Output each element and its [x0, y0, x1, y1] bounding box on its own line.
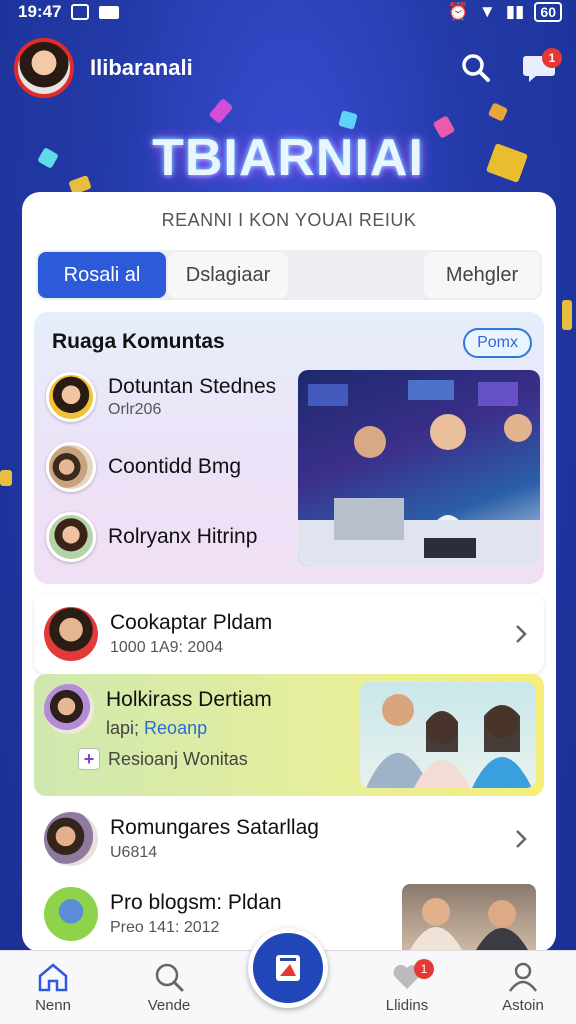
nav-badge: 1: [414, 959, 434, 979]
avatar: [44, 607, 98, 661]
status-time: 19:47: [18, 2, 62, 21]
list-item-sub: U6814: [110, 844, 158, 861]
nav-search[interactable]: Vende: [124, 961, 214, 1014]
list-item[interactable]: Cookaptar Pldam 1000 1A9: 2004: [34, 594, 544, 674]
list-item-photo: [402, 884, 536, 950]
nav-likes[interactable]: 1 Llidins: [362, 959, 452, 1014]
nav-home-label: Nenn: [35, 997, 71, 1014]
highlight-prefix: lapi;: [106, 718, 140, 738]
notification-icon: [71, 4, 90, 20]
nav-search-label: Vende: [147, 997, 191, 1014]
top-bar: Ilibaranali 1: [14, 36, 562, 100]
search-button[interactable]: [456, 48, 496, 88]
battery-icon: 60: [534, 2, 562, 22]
chevron-right-icon: [506, 619, 536, 649]
member-name: Dotuntan Stednes: [108, 375, 277, 398]
avatar: [46, 442, 96, 492]
create-post-icon: [276, 955, 300, 981]
video-icon: [99, 5, 120, 19]
search-icon: [155, 963, 184, 992]
avatar: [44, 887, 98, 941]
community-photo: [298, 370, 540, 566]
highlight-tag[interactable]: + Resioanj Wonitas: [78, 748, 248, 770]
tab-bar: Rosali al Dslagiaar Mehgler: [36, 250, 542, 300]
avatar: [46, 372, 96, 422]
tab-1[interactable]: Rosali al: [38, 252, 166, 298]
app-title: Ilibaranali: [90, 55, 193, 80]
nav-profile-label: Astoin: [502, 997, 544, 1014]
main-card: REANNI I KON YOUAI REIUK Rosali al Dslag…: [22, 192, 556, 952]
member-item[interactable]: Rolryanx Hitrinp: [46, 512, 257, 562]
tab-3[interactable]: Mehgler: [424, 252, 540, 298]
chat-button[interactable]: 1: [518, 46, 562, 90]
signal-icon: ▮▮: [505, 2, 525, 21]
member-name: Coontidd Bmg: [108, 455, 242, 478]
list-item[interactable]: Romungares Satarllag U6814: [34, 802, 544, 876]
chevron-right-icon: [506, 824, 536, 854]
highlight-link[interactable]: Reoanp: [144, 718, 207, 738]
status-bar: 19:47 ⏰ ▼ ▮▮ 60: [0, 0, 576, 24]
list-item-title: Romungares Satarllag: [110, 816, 319, 839]
wifi-icon: ▼: [478, 2, 496, 21]
chat-badge: 1: [542, 48, 562, 68]
plus-icon: +: [78, 748, 100, 770]
highlight-photo: [360, 682, 536, 788]
list-item-title: Cookaptar Pldam: [110, 611, 273, 634]
member-item[interactable]: Dotuntan Stednes Orlr206: [46, 372, 276, 422]
tab-2[interactable]: Dslagiaar: [168, 252, 288, 298]
nav-profile[interactable]: Astoin: [478, 961, 568, 1014]
card-subtitle: REANNI I KON YOUAI REIUK: [161, 210, 417, 230]
list-item-sub: 1000 1A9: 2004: [110, 639, 223, 656]
search-icon: [462, 54, 490, 82]
highlight-card[interactable]: Holkirass Dertiam lapi; Reoanp + Resioan…: [34, 674, 544, 796]
highlight-tag-label: Resioanj Wonitas: [108, 748, 248, 769]
community-title: Ruaga Komuntas: [52, 330, 225, 353]
avatar: [44, 812, 98, 866]
member-item[interactable]: Coontidd Bmg: [46, 442, 241, 492]
community-action-button[interactable]: Pomx: [463, 328, 532, 358]
banner-title: TBIARNIAI: [152, 129, 424, 187]
avatar: [44, 684, 94, 734]
highlight-title: Holkirass Dertiam: [106, 688, 272, 711]
member-sub: Orlr206: [108, 401, 162, 418]
create-button[interactable]: [248, 928, 328, 1008]
community-section: Ruaga Komuntas Pomx Dotuntan Stednes Orl…: [34, 312, 544, 584]
user-icon: [508, 962, 538, 992]
alarm-icon: ⏰: [447, 2, 469, 21]
avatar: [46, 512, 96, 562]
home-icon: [38, 963, 68, 992]
nav-likes-label: Llidins: [385, 997, 429, 1014]
nav-home[interactable]: Nenn: [8, 961, 98, 1014]
profile-avatar[interactable]: [14, 38, 74, 98]
member-name: Rolryanx Hitrinp: [108, 525, 258, 548]
